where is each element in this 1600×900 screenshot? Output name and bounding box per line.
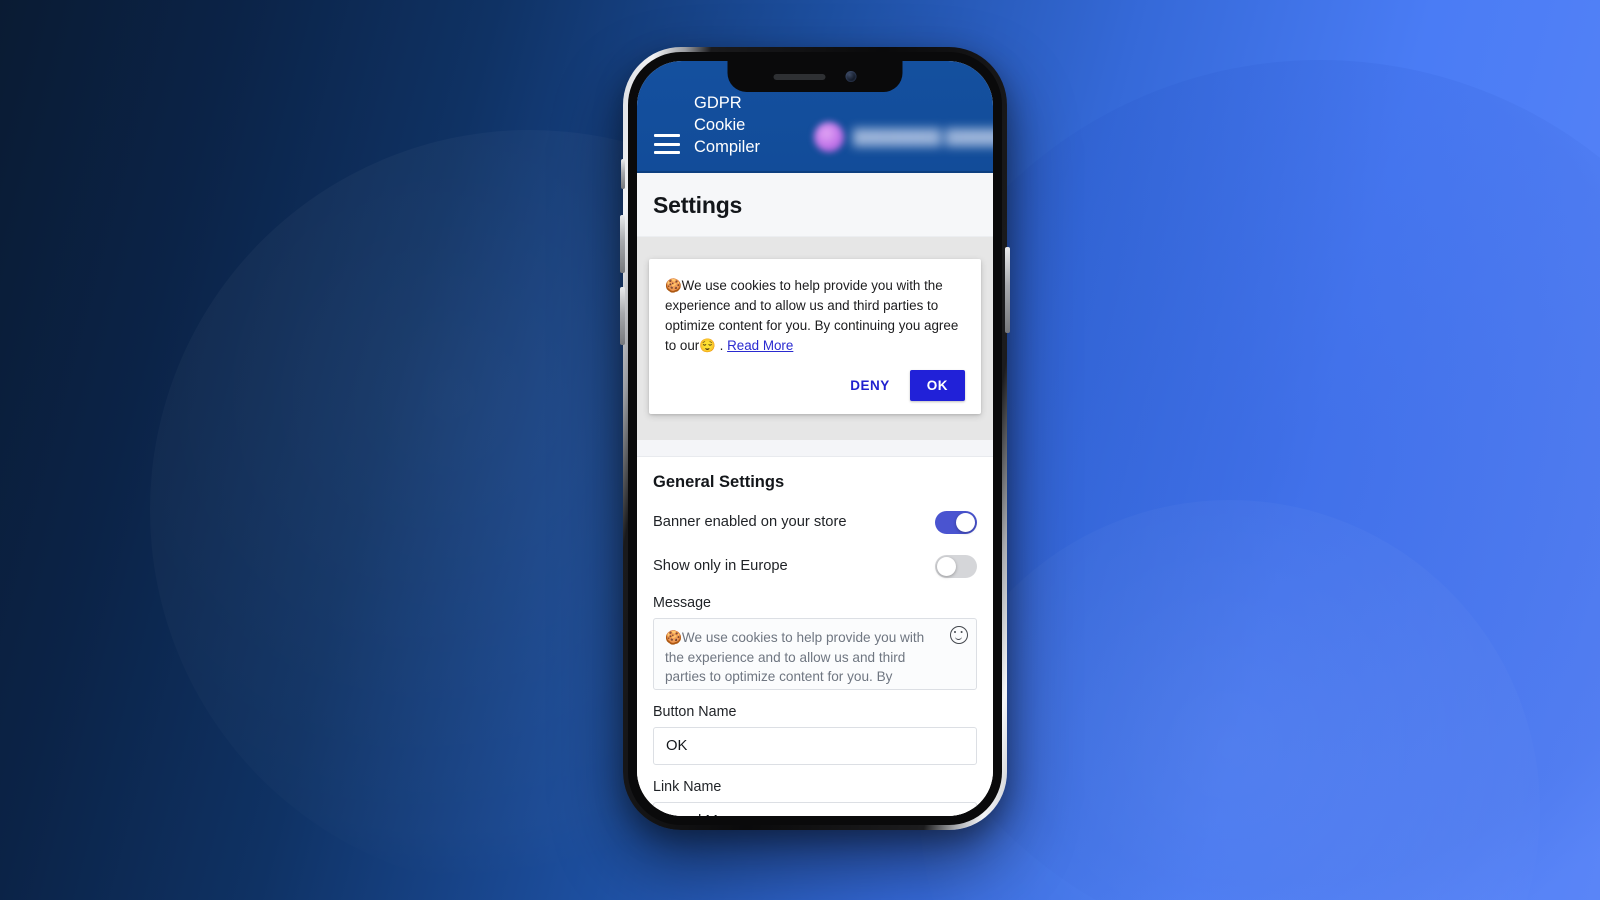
banner-read-more-link[interactable]: Read More <box>727 338 793 353</box>
message-textarea[interactable]: 🍪We use cookies to help provide you with… <box>653 617 977 690</box>
scene-background: GDPR Cookie Compiler ████████ ██████ Set… <box>0 0 1600 900</box>
setting-label-banner-enabled: Banner enabled on your store <box>653 514 847 531</box>
toggle-knob <box>956 512 975 532</box>
power-button[interactable] <box>1005 247 1010 333</box>
toggle-europe-only[interactable] <box>935 554 977 578</box>
button-name-input[interactable] <box>653 726 977 765</box>
setting-label-europe-only: Show only in Europe <box>653 558 788 575</box>
volume-up-button[interactable] <box>620 215 625 273</box>
field-message: Message 🍪We use cookies to help provide … <box>653 595 977 690</box>
banner-message-text: 🍪We use cookies to help provide you with… <box>665 278 959 353</box>
background-circle-bottom <box>920 500 1540 900</box>
phone-mockup: GDPR Cookie Compiler ████████ ██████ Set… <box>620 47 1010 830</box>
banner-actions: DENY OK <box>665 369 965 401</box>
deny-button[interactable]: DENY <box>844 371 896 400</box>
page-title-bar: Settings <box>637 173 993 237</box>
ok-button[interactable]: OK <box>909 369 965 401</box>
banner-preview-area: 🍪We use cookies to help provide you with… <box>637 237 993 440</box>
label-link-name: Link Name <box>653 778 722 795</box>
phone-bezel: GDPR Cookie Compiler ████████ ██████ Set… <box>628 52 1002 825</box>
hamburger-menu-icon[interactable] <box>654 134 680 154</box>
page-title: Settings <box>653 192 743 218</box>
smiley-face-icon[interactable] <box>950 625 968 644</box>
settings-heading: General Settings <box>653 472 785 491</box>
cookie-consent-banner: 🍪We use cookies to help provide you with… <box>649 259 981 414</box>
account-menu[interactable]: ████████ ██████ <box>814 122 993 152</box>
silent-switch[interactable] <box>621 159 625 189</box>
field-link-name: Link Name <box>653 779 977 816</box>
toggle-knob <box>937 556 956 576</box>
general-settings-section: General Settings Banner enabled on your … <box>637 456 993 816</box>
earpiece-speaker-icon <box>773 73 826 80</box>
section-divider <box>637 439 993 457</box>
setting-row-europe-only: Show only in Europe <box>653 551 977 582</box>
toggle-banner-enabled[interactable] <box>935 510 977 534</box>
message-textarea-value: 🍪We use cookies to help provide you with… <box>665 629 925 685</box>
phone-screen: GDPR Cookie Compiler ████████ ██████ Set… <box>637 61 993 816</box>
front-camera-icon <box>845 71 857 82</box>
account-name: ████████ ██████ <box>853 128 993 146</box>
field-button-name: Button Name <box>653 704 977 765</box>
volume-down-button[interactable] <box>620 287 625 345</box>
label-message: Message <box>653 594 712 611</box>
link-name-input[interactable] <box>653 801 977 816</box>
avatar <box>814 122 844 152</box>
setting-row-banner-enabled: Banner enabled on your store <box>653 507 977 538</box>
phone-notch <box>727 61 903 92</box>
label-button-name: Button Name <box>653 703 737 720</box>
banner-message: 🍪We use cookies to help provide you with… <box>665 276 965 356</box>
app-title: GDPR Cookie Compiler <box>694 94 761 157</box>
